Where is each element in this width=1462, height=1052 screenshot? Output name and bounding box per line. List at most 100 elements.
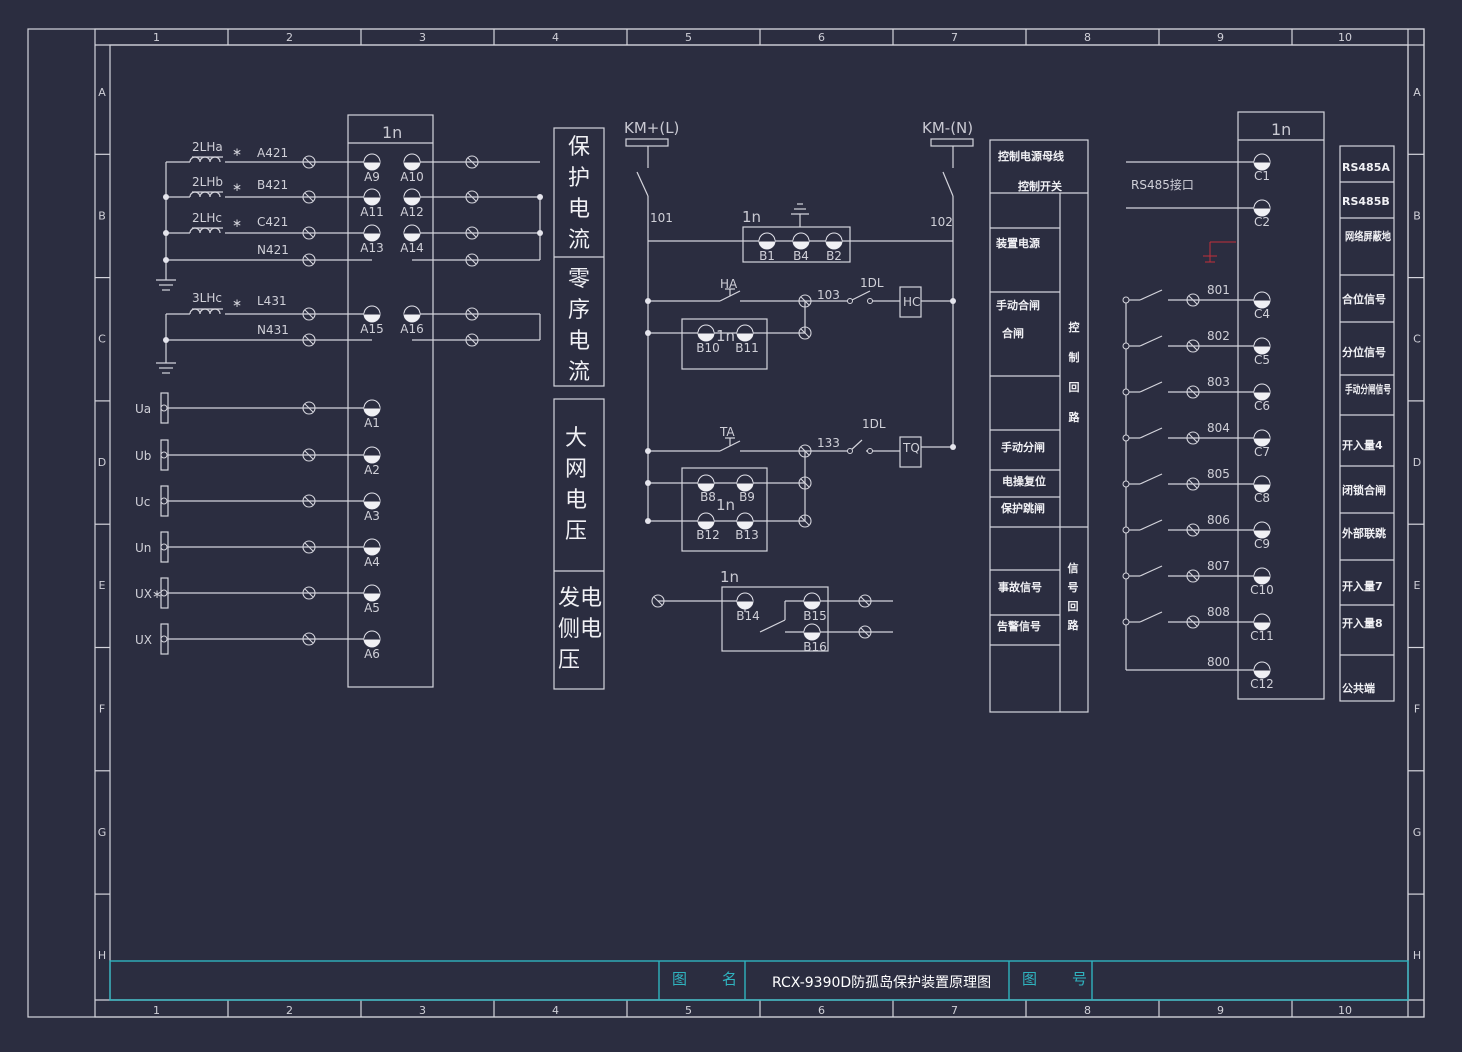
polarity-mark: ∗ [232, 296, 242, 310]
control-table-row: 事故信号 [998, 580, 1042, 594]
row-letter-left: D [98, 456, 106, 469]
section-title-grid-voltage: 网 [565, 457, 587, 482]
terminal-symbol [758, 232, 776, 250]
signal-label: 手动分闸信号 [1345, 382, 1391, 396]
wire-label: N431 [257, 323, 289, 337]
section-title-zero-seq-current: 流 [568, 360, 590, 385]
polarity-mark: ∗ [232, 145, 242, 159]
control-circuit-side-label: 路 [1069, 410, 1081, 424]
control-table-row: 告警信号 [997, 619, 1041, 633]
signal-label: RS485B [1342, 195, 1390, 208]
terminal-symbol [736, 512, 754, 530]
c-terminal-label: C9 [1254, 537, 1270, 551]
voltage-terminal-label: A4 [364, 555, 380, 569]
column-number-top: 3 [419, 31, 426, 44]
di-node-label: 804 [1207, 421, 1230, 435]
c-terminal-label: C7 [1254, 445, 1270, 459]
signal-label: 公共端 [1342, 681, 1375, 695]
column-number-bottom: 10 [1338, 1004, 1352, 1017]
terminal-symbol [363, 538, 381, 556]
terminal-symbol [363, 305, 381, 323]
ground-symbol [156, 270, 176, 291]
c-terminal-label: C11 [1250, 629, 1274, 643]
node-102: 102 [930, 215, 953, 229]
ct-coil-symbol [189, 308, 223, 315]
signal-label: 网络屏蔽地 [1345, 229, 1391, 243]
node-101: 101 [650, 211, 673, 225]
column-number-bottom: 3 [419, 1004, 426, 1017]
terminal-symbol [803, 623, 821, 641]
terminal-symbol [403, 188, 421, 206]
ground-symbol [156, 360, 176, 374]
ground-mark [1203, 241, 1236, 263]
control-table-row: 装置电源 [995, 236, 1040, 250]
title-label-name-a: 图 [672, 970, 687, 988]
signal-circuit-side-label: 路 [1068, 618, 1080, 632]
terminal-symbol [363, 188, 381, 206]
ct-coil-symbol [189, 156, 223, 163]
c-terminal-label: C4 [1254, 307, 1270, 321]
di-node-label: 808 [1207, 605, 1230, 619]
b-terminal-label: B13 [735, 528, 759, 542]
voltage-label: Un [135, 541, 151, 555]
signal-label: 合位信号 [1342, 292, 1386, 306]
signal-label: RS485A [1342, 161, 1390, 174]
terminal-symbol [803, 592, 821, 610]
control-table: 控制电源母线控制开关装置电源手动合闸合闸手动分闸电操复位保护跳闸事故信号告警信号… [989, 139, 1089, 713]
wire-label: N421 [257, 243, 289, 257]
terminal-label: A14 [400, 241, 423, 255]
terminal-label: A13 [360, 241, 383, 255]
schematic-diagram: 1122334455667788991010 A AB BC CD DE EF FG GH H … [27, 28, 1425, 1018]
voltage-terminal-label: A1 [364, 416, 380, 430]
di-node-label: 805 [1207, 467, 1230, 481]
control-circuit-side-label: 回 [1069, 380, 1080, 394]
c-terminal-label: C5 [1254, 353, 1270, 367]
ct-label: 2LHc [192, 211, 222, 225]
terminal-symbol [825, 232, 843, 250]
terminal-label: A11 [360, 205, 383, 219]
km-plus-label: KM+(L) [624, 119, 679, 137]
control-table-row: 合闸 [1002, 326, 1024, 340]
section-title-protection-current: 护 [568, 166, 590, 191]
hc-label: HC [903, 295, 920, 309]
terminal-symbol [1253, 429, 1271, 447]
section-title-protection-current: 电 [568, 197, 590, 222]
control-table-row: 电操复位 [1002, 474, 1046, 488]
terminal-symbol [403, 305, 421, 323]
idl-label-a: 1DL [860, 276, 884, 290]
title-label-name-b: 名 [722, 970, 737, 988]
node-800: 800 [1207, 655, 1230, 669]
ct-label: 3LHc [192, 291, 222, 305]
node-133: 133 [817, 436, 840, 450]
control-circuit-side-label: 控 [1069, 320, 1080, 334]
signal-circuit-side-label: 号 [1068, 581, 1079, 594]
terminal-symbol [1253, 567, 1271, 585]
terminal-label: A12 [400, 205, 423, 219]
ct-labels: 2LHa 2LHb 2LHc 3LHc ∗ ∗ ∗ ∗ [192, 140, 242, 310]
terminal-symbol [736, 324, 754, 342]
column-number-bottom: 5 [685, 1004, 692, 1017]
b-terminal-label: B14 [736, 609, 760, 623]
voltage-label: Ub [135, 449, 151, 463]
terminal-symbol [363, 446, 381, 464]
row-letter-left: F [99, 703, 105, 716]
section-title-gen-side-voltage: 侧电 [558, 617, 602, 642]
section-title-zero-seq-current: 电 [568, 329, 590, 354]
terminal-symbol [697, 474, 715, 492]
signal-label: 开入量8 [1342, 617, 1383, 630]
rs485-label: RS485接口 [1131, 177, 1194, 192]
tq-label: TQ [902, 441, 920, 455]
c-terminal-label: C2 [1254, 215, 1270, 229]
column-number-bottom: 1 [153, 1004, 160, 1017]
section-title-zero-seq-current: 零 [568, 267, 590, 292]
row-letter-right: H [1413, 949, 1421, 962]
terminal-symbol [1253, 521, 1271, 539]
row-letter-right: B [1413, 209, 1421, 222]
b-terminal-label: B10 [696, 341, 720, 355]
wire-label: A421 [257, 146, 288, 160]
terminal-symbol [697, 512, 715, 530]
row-letter-left: E [99, 579, 106, 592]
module-1n-a: 1n [742, 208, 761, 226]
column-number-top: 9 [1217, 31, 1224, 44]
section-title-grid-voltage: 电 [565, 488, 587, 513]
